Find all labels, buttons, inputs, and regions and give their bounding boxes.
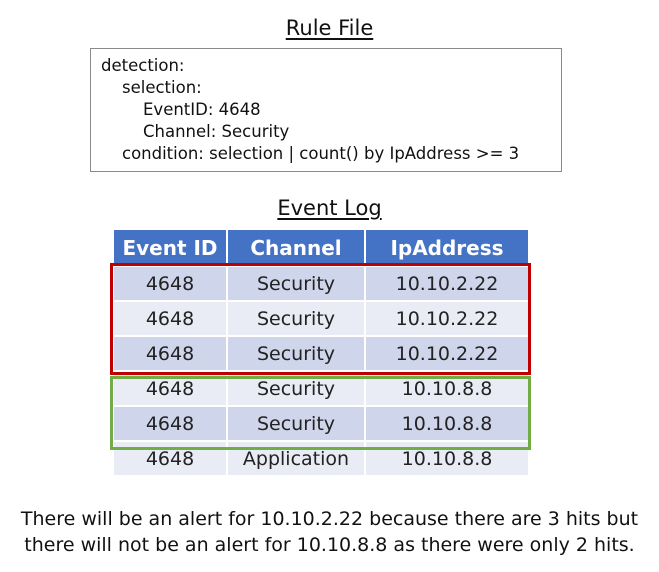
cell-event-id: 4648 <box>112 405 228 442</box>
caption-line-2: there will not be an alert for 10.10.8.8… <box>24 534 635 556</box>
cell-channel: Security <box>226 405 366 442</box>
rule-line-channel: Channel: Security <box>143 122 290 141</box>
event-log-table: Event ID Channel IpAddress 4648 Security… <box>112 228 530 477</box>
table-row: 4648 Security 10.10.2.22 <box>112 335 530 372</box>
cell-event-id: 4648 <box>112 335 228 372</box>
cell-event-id: 4648 <box>112 370 228 407</box>
cell-channel: Security <box>226 265 366 302</box>
table-row: 4648 Security 10.10.2.22 <box>112 300 530 337</box>
cell-channel: Application <box>226 440 366 477</box>
table-header-row: Event ID Channel IpAddress <box>112 228 530 267</box>
cell-ipaddress: 10.10.8.8 <box>364 405 530 442</box>
cell-ipaddress: 10.10.8.8 <box>364 370 530 407</box>
cell-channel: Security <box>226 370 366 407</box>
rule-line-condition: condition: selection | count() by IpAddr… <box>122 144 520 163</box>
cell-ipaddress: 10.10.2.22 <box>364 300 530 337</box>
cell-ipaddress: 10.10.2.22 <box>364 265 530 302</box>
rule-line-selection: selection: <box>122 78 202 97</box>
table-row: 4648 Security 10.10.8.8 <box>112 405 530 442</box>
cell-event-id: 4648 <box>112 300 228 337</box>
cell-event-id: 4648 <box>112 265 228 302</box>
cell-event-id: 4648 <box>112 440 228 477</box>
rule-file-title: Rule File <box>285 16 374 40</box>
cell-ipaddress: 10.10.2.22 <box>364 335 530 372</box>
table-row: 4648 Security 10.10.2.22 <box>112 265 530 302</box>
cell-channel: Security <box>226 335 366 372</box>
column-header-channel: Channel <box>226 228 366 267</box>
event-log-title: Event Log <box>277 196 382 220</box>
table-row: 4648 Security 10.10.8.8 <box>112 370 530 407</box>
rule-line-eventid: EventID: 4648 <box>143 100 261 119</box>
caption-line-1: There will be an alert for 10.10.2.22 be… <box>20 508 639 530</box>
cell-ipaddress: 10.10.8.8 <box>364 440 530 477</box>
table-row: 4648 Application 10.10.8.8 <box>112 440 530 477</box>
cell-channel: Security <box>226 300 366 337</box>
column-header-event-id: Event ID <box>112 228 228 267</box>
rule-line-detection: detection: <box>101 56 185 75</box>
column-header-ipaddress: IpAddress <box>364 228 530 267</box>
rule-file-box: detection: selection: EventID: 4648 Chan… <box>90 48 562 172</box>
